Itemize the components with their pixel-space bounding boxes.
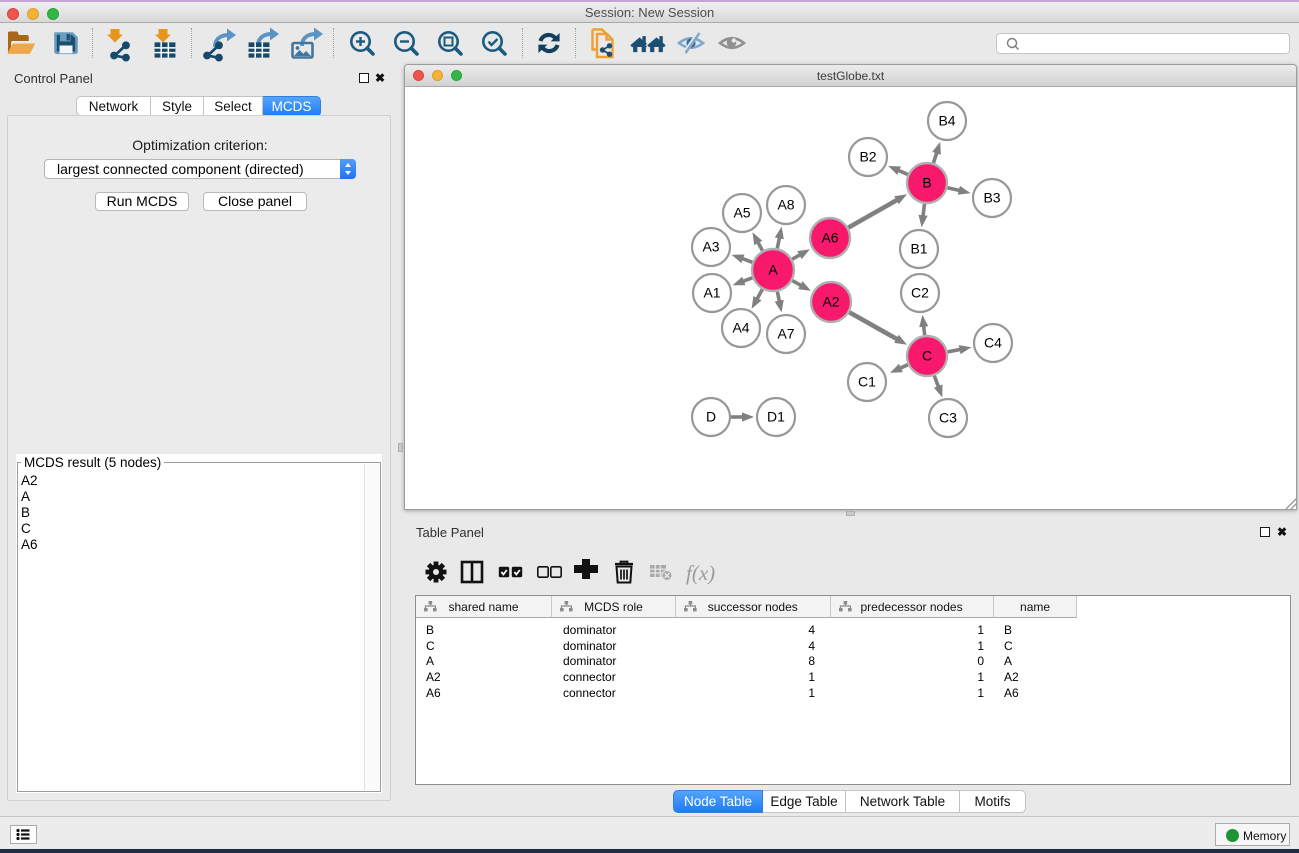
svg-text:B4: B4 (938, 113, 955, 129)
svg-text:A4: A4 (732, 320, 749, 336)
svg-text:A3: A3 (702, 239, 719, 255)
svg-text:B1: B1 (910, 241, 927, 257)
svg-text:B2: B2 (859, 149, 876, 165)
svg-text:A5: A5 (733, 205, 750, 221)
svg-text:A: A (768, 262, 778, 278)
svg-text:A2: A2 (822, 294, 839, 310)
svg-text:C4: C4 (984, 335, 1002, 351)
svg-text:f(x): f(x) (686, 561, 715, 585)
svg-text:C: C (922, 348, 932, 364)
svg-text:D: D (706, 409, 716, 425)
svg-text:A6: A6 (821, 230, 838, 246)
svg-text:C2: C2 (911, 285, 929, 301)
svg-text:B3: B3 (983, 190, 1000, 206)
svg-text:C3: C3 (939, 410, 957, 426)
svg-text:D1: D1 (767, 409, 785, 425)
svg-text:C1: C1 (858, 374, 876, 390)
svg-text:A1: A1 (703, 285, 720, 301)
svg-text:A7: A7 (777, 326, 794, 342)
svg-text:A8: A8 (777, 197, 794, 213)
svg-text:B: B (922, 175, 931, 191)
